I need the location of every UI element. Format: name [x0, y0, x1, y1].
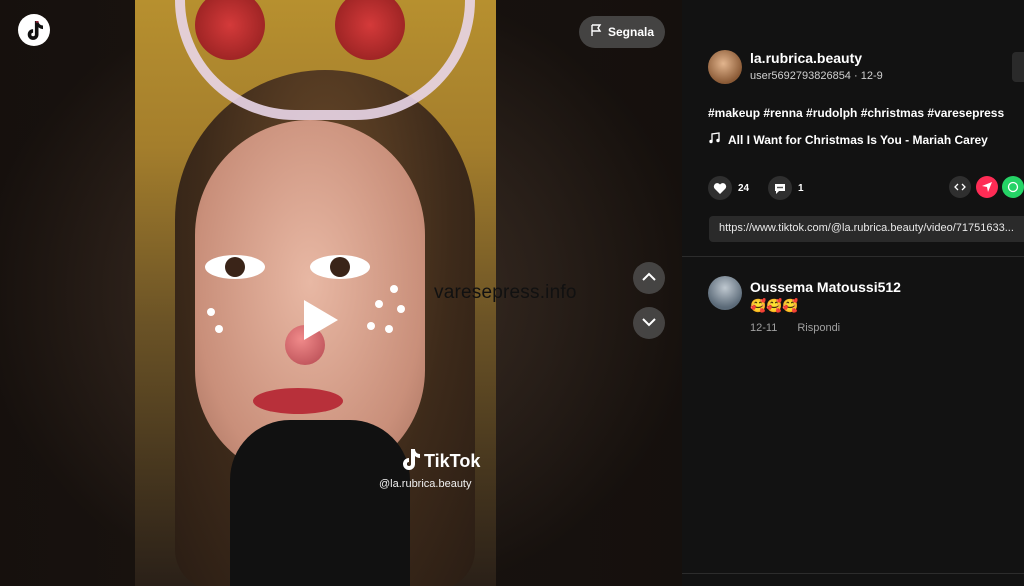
- embed-icon[interactable]: [949, 176, 971, 198]
- comment-text: 🥰🥰🥰: [750, 298, 799, 313]
- author-subline: user5692793826854 · 12-9: [750, 70, 883, 82]
- author-username[interactable]: la.rubrica.beauty: [750, 50, 862, 66]
- comment-count: 1: [798, 182, 804, 194]
- video-frame-freckle: [375, 300, 383, 308]
- video-frame-sweater: [230, 420, 410, 586]
- flag-icon: [590, 24, 602, 40]
- tiktok-note-icon: [400, 448, 420, 475]
- report-label: Segnala: [607, 25, 655, 39]
- chevron-down-icon: [641, 314, 657, 332]
- music-note-icon: [708, 132, 720, 147]
- reply-button[interactable]: Rispondi: [797, 322, 840, 334]
- divider: [682, 256, 1024, 257]
- comment-meta: 12-11 Rispondi: [750, 322, 840, 334]
- next-video-button[interactable]: [633, 307, 665, 339]
- tiktok-logo[interactable]: [18, 14, 50, 46]
- video-frame-freckle: [385, 325, 393, 333]
- author-avatar[interactable]: [708, 50, 742, 84]
- like-button[interactable]: 24: [708, 176, 749, 200]
- music-link[interactable]: All I Want for Christmas Is You - Mariah…: [708, 132, 988, 147]
- watermark-handle: @la.rubrica.beauty: [379, 478, 472, 490]
- commenter-avatar[interactable]: [708, 276, 742, 310]
- video-frame-lips: [253, 388, 343, 414]
- video-frame-freckle: [390, 285, 398, 293]
- report-button[interactable]: Segnala: [579, 16, 665, 48]
- video-link-field[interactable]: https://www.tiktok.com/@la.rubrica.beaut…: [709, 216, 1024, 242]
- tiktok-video-page: varesepress.info TikTok @la.rubrica.beau…: [0, 0, 1024, 586]
- caption-hashtags[interactable]: #makeup #renna #rudolph #christmas #vare…: [708, 106, 1004, 120]
- music-title: All I Want for Christmas Is You - Mariah…: [728, 132, 988, 147]
- video-frame-eye: [310, 255, 370, 279]
- video-stage: varesepress.info TikTok @la.rubrica.beau…: [0, 0, 682, 586]
- chevron-up-icon: [641, 269, 657, 287]
- overlay-watermark-text: varesepress.info: [434, 282, 577, 303]
- comment-button[interactable]: 1: [768, 176, 804, 200]
- follow-button[interactable]: [1012, 52, 1024, 82]
- video-frame-freckle: [397, 305, 405, 313]
- commenter-name[interactable]: Oussema Matoussi512: [750, 279, 901, 295]
- details-panel: la.rubrica.beauty user5692793826854 · 12…: [682, 0, 1024, 586]
- video-frame-freckle: [367, 322, 375, 330]
- video-frame-freckle: [215, 325, 223, 333]
- like-count: 24: [738, 182, 750, 194]
- watermark-brand: TikTok: [424, 451, 481, 471]
- play-icon[interactable]: [300, 298, 340, 342]
- comment-input-divider: [682, 573, 1024, 574]
- send-icon[interactable]: [976, 176, 998, 198]
- heart-icon: [708, 176, 732, 200]
- whatsapp-icon[interactable]: [1002, 176, 1024, 198]
- comment-icon: [768, 176, 792, 200]
- comment-date: 12-11: [750, 322, 778, 334]
- video-watermark: TikTok: [400, 448, 480, 475]
- video-frame-eye: [205, 255, 265, 279]
- previous-video-button[interactable]: [633, 262, 665, 294]
- video-frame-freckle: [207, 308, 215, 316]
